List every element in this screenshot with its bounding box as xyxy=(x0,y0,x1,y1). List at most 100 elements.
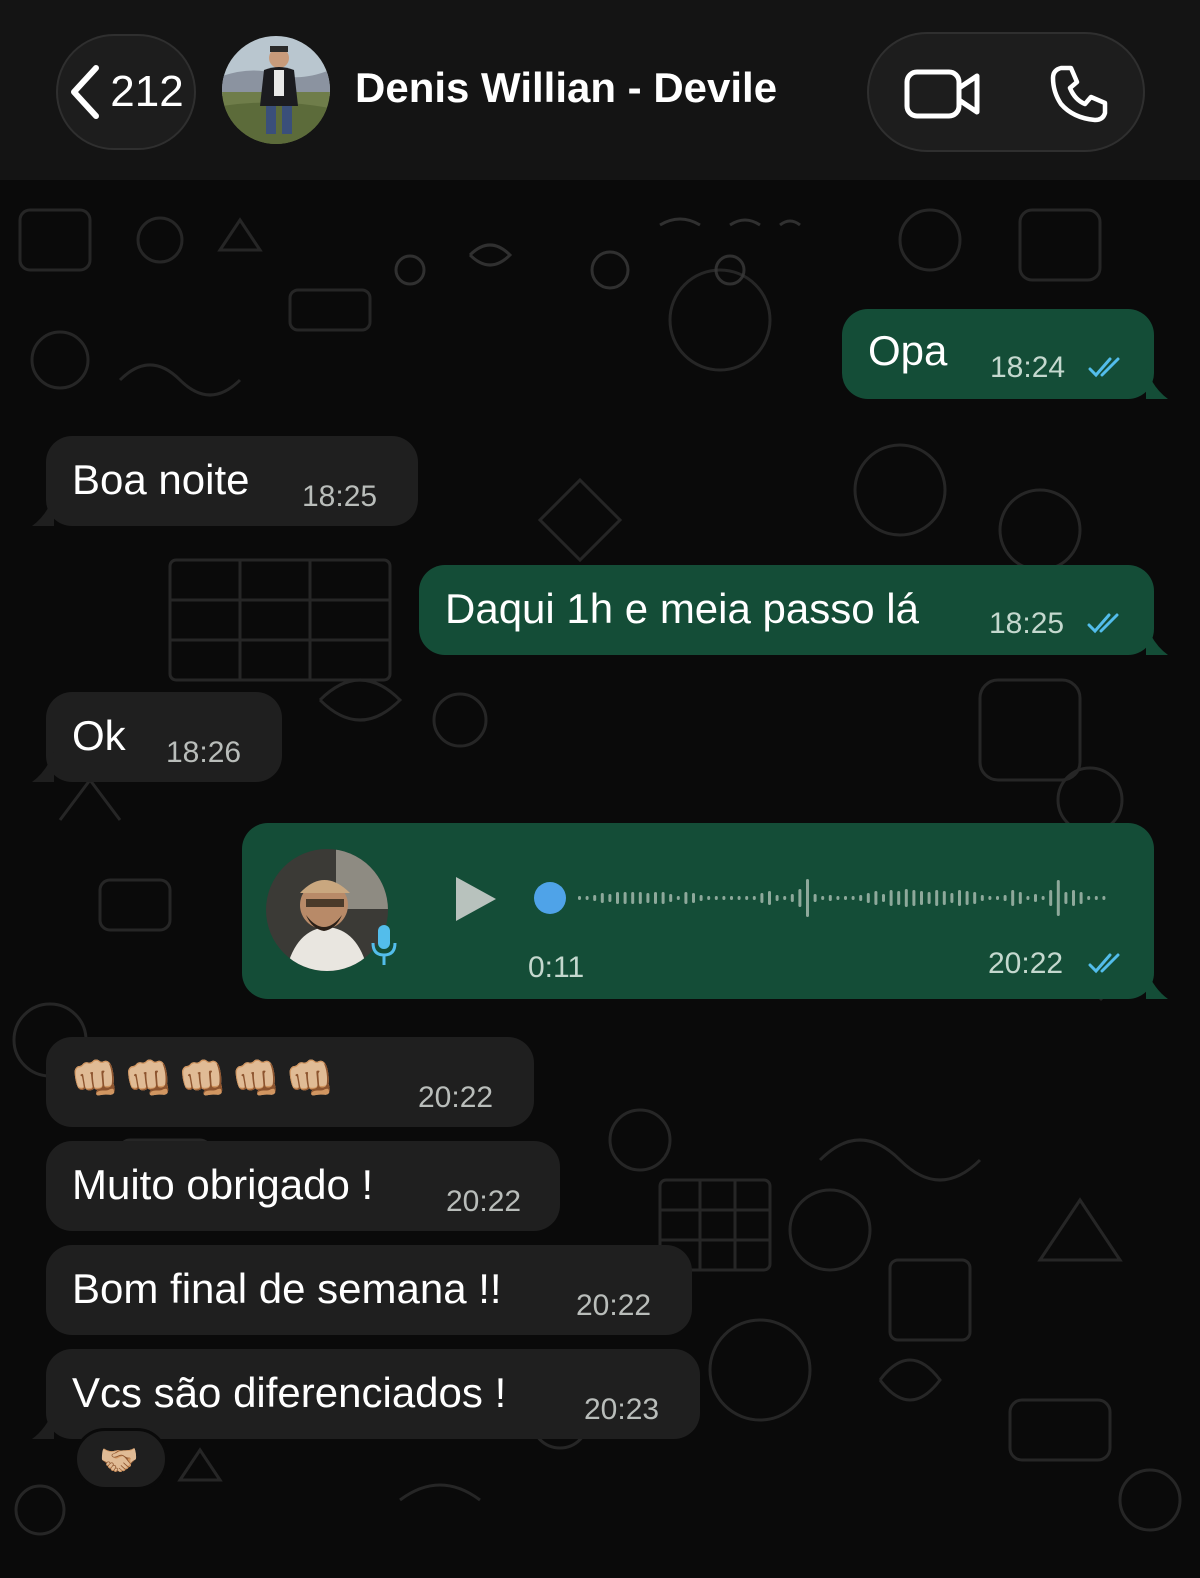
message-bubble-outgoing[interactable]: Opa 18:24 xyxy=(842,309,1154,399)
waveform-bar xyxy=(1079,892,1083,904)
waveform-bar xyxy=(752,896,756,900)
message-text: Boa noite xyxy=(72,456,250,503)
waveform-bar xyxy=(578,896,581,900)
play-icon[interactable] xyxy=(454,875,498,923)
read-ticks-icon xyxy=(1088,953,1120,974)
waveform-bar xyxy=(669,894,673,902)
read-ticks-icon xyxy=(1088,357,1120,378)
waveform-bar xyxy=(1094,896,1098,900)
waveform-bar xyxy=(638,892,642,904)
message-bubble-incoming[interactable]: Bom final de semana !! 20:22 xyxy=(46,1245,692,1335)
video-camera-icon[interactable] xyxy=(903,64,983,124)
message-emoji-text: 👊🏼👊🏼👊🏼👊🏼👊🏼 xyxy=(70,1057,340,1101)
message-time: 20:22 xyxy=(446,1185,522,1218)
message-text: Bom final de semana !! xyxy=(72,1265,502,1312)
waveform-bar xyxy=(1087,896,1091,900)
waveform-bar xyxy=(745,896,749,900)
bubble-tail xyxy=(32,752,54,782)
waveform-bar xyxy=(836,896,840,900)
message-reaction[interactable]: 🤝🏼 xyxy=(74,1428,168,1490)
waveform-bar xyxy=(988,896,992,900)
waveform-bar xyxy=(1072,890,1075,906)
waveform-bar xyxy=(874,891,878,905)
waveform-bar xyxy=(889,890,893,906)
contact-name[interactable]: Denis Willian - Devile xyxy=(355,64,777,112)
waveform-bar xyxy=(958,890,961,906)
bubble-tail xyxy=(32,1409,54,1439)
waveform-bar xyxy=(1102,896,1106,900)
voice-duration: 0:11 xyxy=(528,951,585,984)
voice-message-bubble[interactable]: 0:11 20:22 xyxy=(242,823,1154,999)
waveform-bar xyxy=(623,892,627,904)
waveform-bar xyxy=(1041,896,1045,900)
read-ticks-icon xyxy=(1087,613,1119,634)
waveform-bar xyxy=(1026,896,1030,900)
waveform-bar xyxy=(654,892,657,904)
waveform-bar xyxy=(760,893,764,903)
message-text: Daqui 1h e meia passo lá xyxy=(445,585,919,632)
waveform-bar xyxy=(714,896,718,900)
back-button[interactable]: 212 xyxy=(56,34,196,150)
reaction-emoji: 🤝🏼 xyxy=(99,1442,139,1478)
waveform-bar xyxy=(1049,890,1053,906)
waveform-bar xyxy=(1064,892,1068,904)
bubble-tail xyxy=(1146,625,1168,655)
waveform-bar xyxy=(904,889,908,907)
waveform-bar xyxy=(768,891,771,905)
voice-waveform[interactable] xyxy=(534,873,1114,923)
waveform-bar xyxy=(1011,890,1015,906)
message-bubble-incoming[interactable]: Boa noite 18:25 xyxy=(46,436,418,526)
unread-count: 212 xyxy=(110,67,184,116)
waveform-bar xyxy=(851,896,855,900)
waveform-bar xyxy=(676,896,680,900)
waveform-bar xyxy=(927,892,931,904)
message-text: Opa xyxy=(868,327,948,374)
waveform-bar xyxy=(608,894,612,902)
waveform-bar xyxy=(866,893,870,903)
waveform-bar xyxy=(646,893,650,903)
waveform-bar xyxy=(600,893,604,903)
waveform-bar xyxy=(813,894,817,902)
waveform-bar xyxy=(661,892,665,904)
waveform-bar xyxy=(593,895,597,901)
chevron-left-icon xyxy=(71,65,100,119)
bubble-tail xyxy=(1146,969,1168,999)
waveform-bar xyxy=(616,892,619,904)
phone-icon[interactable] xyxy=(1047,62,1111,126)
waveform-bar xyxy=(692,893,695,903)
waveform-bar xyxy=(965,891,969,905)
bubble-tail xyxy=(32,496,54,526)
waveform-bar xyxy=(897,891,901,905)
waveform-bar xyxy=(996,896,999,900)
message-time: 20:22 xyxy=(988,947,1064,980)
microphone-icon xyxy=(371,925,397,965)
waveform-bar xyxy=(1034,894,1037,902)
message-time: 18:24 xyxy=(990,351,1066,384)
message-bubble-incoming[interactable]: 👊🏼👊🏼👊🏼👊🏼👊🏼 20:22 xyxy=(46,1037,534,1127)
waveform-bar xyxy=(631,892,635,904)
waveform-bar xyxy=(1003,895,1007,901)
waveform-bar xyxy=(1056,880,1060,916)
waveform-bar xyxy=(684,892,688,904)
waveform-bar xyxy=(585,896,589,900)
message-time: 18:25 xyxy=(989,607,1065,640)
chat-header: 212 Denis Willian - Devile xyxy=(0,0,1200,180)
waveform-bar xyxy=(859,895,863,901)
message-text: Muito obrigado ! xyxy=(72,1161,374,1208)
voice-progress-dot[interactable] xyxy=(534,882,566,914)
message-time: 20:23 xyxy=(584,1393,660,1426)
contact-avatar[interactable] xyxy=(222,36,330,144)
message-time: 20:22 xyxy=(576,1289,652,1322)
call-actions xyxy=(867,32,1145,152)
message-bubble-incoming[interactable]: Muito obrigado ! 20:22 xyxy=(46,1141,560,1231)
waveform-bar xyxy=(775,895,779,901)
message-bubble-incoming[interactable]: Ok 18:26 xyxy=(46,692,282,782)
waveform-bar xyxy=(828,895,832,901)
chat-area[interactable]: Opa 18:24 Boa noite 18:25 Daqui 1h e mei… xyxy=(0,180,1200,1578)
message-bubble-outgoing[interactable]: Daqui 1h e meia passo lá 18:25 xyxy=(419,565,1154,655)
waveform-bar xyxy=(973,892,977,904)
waveform-bar xyxy=(920,891,923,905)
waveform-bar xyxy=(912,890,916,906)
waveform-bar xyxy=(730,896,733,900)
message-bubble-incoming[interactable]: Vcs são diferenciados ! 20:23 xyxy=(46,1349,700,1439)
